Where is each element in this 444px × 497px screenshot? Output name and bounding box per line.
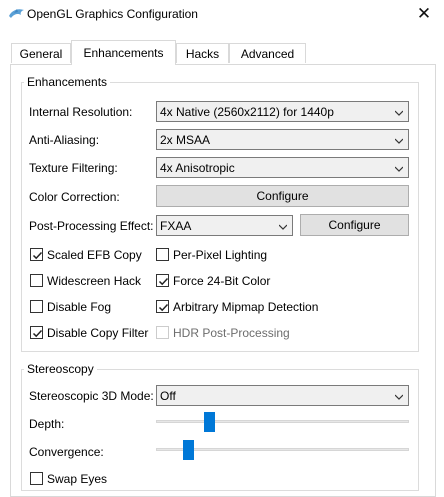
disable-copy-filter-label[interactable]: Disable Copy Filter (47, 326, 148, 340)
hdr-post-processing-checkbox (156, 326, 169, 339)
convergence-slider-thumb[interactable] (182, 440, 194, 460)
checkmark-icon (158, 303, 169, 312)
arbitrary-mipmap-label[interactable]: Arbitrary Mipmap Detection (173, 300, 318, 314)
window-title: OpenGL Graphics Configuration (27, 7, 198, 21)
per-pixel-lighting-label[interactable]: Per-Pixel Lighting (173, 248, 267, 262)
depth-slider-thumb[interactable] (204, 412, 216, 432)
enhancements-group-title: Enhancements (24, 75, 111, 89)
close-icon[interactable]: ✕ (404, 0, 444, 30)
color-correction-configure-button[interactable]: Configure (156, 185, 409, 207)
chevron-down-icon (279, 224, 287, 230)
disable-fog-checkbox[interactable] (30, 300, 43, 313)
force-24bit-color-label[interactable]: Force 24-Bit Color (173, 274, 270, 288)
post-processing-configure-button[interactable]: Configure (300, 214, 409, 236)
post-processing-label: Post-Processing Effect: (29, 219, 154, 233)
scaled-efb-copy-checkbox[interactable] (30, 248, 43, 261)
hdr-post-processing-label: HDR Post-Processing (173, 326, 290, 340)
internal-resolution-dropdown[interactable]: 4x Native (2560x2112) for 1440p (156, 101, 409, 122)
stereo-mode-dropdown[interactable]: Off (156, 385, 409, 406)
color-correction-label: Color Correction: (29, 190, 120, 204)
internal-resolution-label: Internal Resolution: (29, 105, 133, 119)
arbitrary-mipmap-checkbox[interactable] (156, 300, 169, 313)
internal-resolution-value: 4x Native (2560x2112) for 1440p (160, 105, 334, 119)
stereo-mode-label: Stereoscopic 3D Mode: (29, 389, 154, 403)
texture-filtering-label: Texture Filtering: (29, 161, 118, 175)
widescreen-hack-label[interactable]: Widescreen Hack (47, 274, 141, 288)
swap-eyes-checkbox[interactable] (30, 472, 43, 485)
force-24bit-color-checkbox[interactable] (156, 274, 169, 287)
anti-aliasing-dropdown[interactable]: 2x MSAA (156, 129, 409, 150)
convergence-label: Convergence: (29, 445, 104, 459)
disable-fog-label[interactable]: Disable Fog (47, 300, 111, 314)
depth-label: Depth: (29, 417, 65, 431)
title-bar: OpenGL Graphics Configuration ✕ (0, 0, 444, 30)
depth-slider-track[interactable] (156, 420, 409, 423)
per-pixel-lighting-checkbox[interactable] (156, 248, 169, 261)
chevron-down-icon (395, 394, 403, 400)
post-processing-dropdown[interactable]: FXAA (156, 215, 293, 236)
checkmark-icon (158, 277, 169, 286)
convergence-slider-track[interactable] (156, 448, 409, 451)
disable-copy-filter-checkbox[interactable] (30, 326, 43, 339)
tab-advanced[interactable]: Advanced (229, 43, 306, 63)
texture-filtering-value: 4x Anisotropic (160, 161, 235, 175)
swap-eyes-label[interactable]: Swap Eyes (47, 472, 107, 486)
stereo-mode-value: Off (160, 389, 176, 403)
checkmark-icon (32, 329, 43, 338)
stereoscopy-group-title: Stereoscopy (24, 362, 97, 376)
checkmark-icon (32, 251, 43, 260)
post-processing-value: FXAA (160, 219, 192, 233)
tab-general[interactable]: General (11, 43, 71, 63)
scaled-efb-copy-label[interactable]: Scaled EFB Copy (47, 248, 142, 262)
widescreen-hack-checkbox[interactable] (30, 274, 43, 287)
chevron-down-icon (395, 110, 403, 116)
anti-aliasing-value: 2x MSAA (160, 133, 211, 147)
tab-hacks[interactable]: Hacks (176, 43, 229, 63)
dolphin-app-icon (9, 9, 24, 18)
texture-filtering-dropdown[interactable]: 4x Anisotropic (156, 157, 409, 178)
chevron-down-icon (395, 138, 403, 144)
anti-aliasing-label: Anti-Aliasing: (29, 133, 100, 147)
chevron-down-icon (395, 166, 403, 172)
tab-enhancements[interactable]: Enhancements (71, 40, 176, 65)
